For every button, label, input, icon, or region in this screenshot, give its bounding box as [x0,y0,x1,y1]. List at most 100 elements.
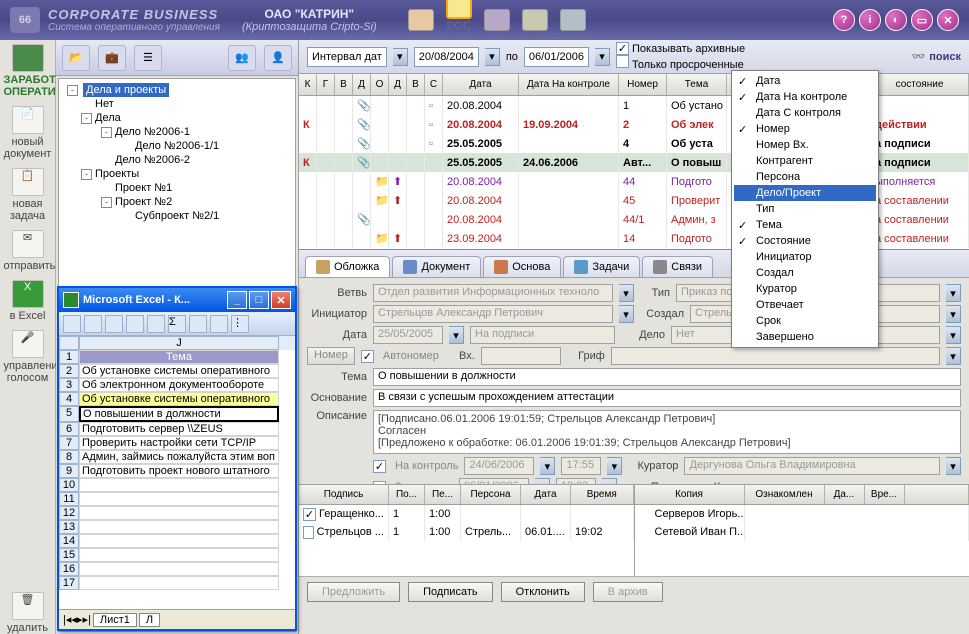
excel-row[interactable]: 8Админ, займись пожалуйста этим воп [59,450,295,464]
info-button[interactable]: i [859,9,881,31]
dropdown-icon[interactable]: ▾ [595,48,610,66]
excel-button[interactable]: Xв Excel [4,280,52,322]
curator-input[interactable]: Дергунова Ольга Владимировна [684,457,940,475]
settings-button[interactable]: ◐ [885,9,907,31]
dropdown-icon[interactable]: ▾ [946,326,961,344]
person-icon[interactable]: 👤 [264,45,292,71]
col-v2[interactable]: В [407,74,425,95]
col-d2[interactable]: Д [389,74,407,95]
sign-button[interactable]: Подписать [408,582,492,602]
dropdown-icon[interactable]: ▾ [607,457,622,475]
help-button[interactable]: ? [833,9,855,31]
ctx-item[interactable]: ✓Состояние [734,233,876,249]
excel-row[interactable]: 7Проверить настройки сети TCP/IP [59,436,295,450]
copy-row[interactable]: Сетевой Иван П... [635,523,969,541]
ctx-item[interactable]: ✓Дата [734,73,876,89]
autonumber-checkbox[interactable]: ✓ [361,350,374,363]
excel-col-j[interactable]: J [79,336,279,350]
module-budget[interactable]: BUDGET [519,9,551,44]
date-input[interactable]: 25/05/2005 [373,326,443,344]
reject-button[interactable]: Отклонить [501,582,585,602]
control-time[interactable]: 17:55 [561,457,601,475]
dropdown-icon[interactable]: ▾ [540,457,555,475]
excel-row[interactable]: 4Об установке системы оперативного [59,392,295,406]
ctx-item[interactable]: Куратор [734,281,876,297]
tool-new[interactable] [63,315,81,333]
excel-row[interactable]: 15 [59,548,295,562]
new-task-button[interactable]: 📋новая задача [4,168,52,222]
module-tuning[interactable]: TUNING [557,9,589,44]
tool-sum[interactable]: Σ [168,315,186,333]
excel-row[interactable]: 6Подготовить сервер \\ZEUS [59,422,295,436]
ctx-item[interactable]: Завершено [734,329,876,345]
sheet-tab-1[interactable]: Лист1 [93,613,137,627]
dropdown-icon[interactable]: ▾ [619,305,634,323]
send-button[interactable]: ✉отправить [4,230,52,272]
tree-item[interactable]: -Дело №2006-1 [63,125,291,139]
tree-item[interactable]: Субпроект №2/1 [63,209,291,223]
dropdown-icon[interactable]: ▾ [946,457,961,475]
copy-row[interactable]: Серверов Игорь... [635,505,969,523]
excel-row[interactable]: 5О повышении в должности [59,406,295,422]
col-ack[interactable]: Ознакомлен [745,485,825,504]
col-state[interactable]: состояние [871,74,969,95]
ctx-item[interactable]: Номер Вх. [734,137,876,153]
tab-tasks[interactable]: Задачи [563,256,640,277]
excel-row[interactable]: 13 [59,520,295,534]
tree-item[interactable]: Проект №1 [63,181,291,195]
description-input[interactable]: [Подписано.06.01.2006 19:01:59; Стрельцо… [373,410,961,454]
date-to[interactable]: 06/01/2006 [524,47,589,67]
tool-print[interactable] [126,315,144,333]
ctx-item[interactable]: ✓Тема [734,217,876,233]
module-staff[interactable]: STAFF [405,9,437,44]
column-context-menu[interactable]: ✓Дата✓Дата На контролеДата С контроля✓Но… [731,70,879,348]
ctx-item[interactable]: Контрагент [734,153,876,169]
dropdown-icon[interactable]: ▾ [946,284,961,302]
list-icon[interactable]: ☰ [134,45,162,71]
tab-links[interactable]: Связи [642,256,713,277]
col-time[interactable]: Время [571,485,634,504]
people-icon[interactable]: 👥 [228,45,256,71]
control-checkbox[interactable]: ✓ [373,460,386,473]
tool-cut[interactable] [147,315,165,333]
tree-item[interactable]: Дело №2006-1/1 [63,139,291,153]
tool-open[interactable] [84,315,102,333]
dropdown-icon[interactable]: ▾ [619,284,634,302]
col-pe[interactable]: Пе... [425,485,461,504]
date-interval-label[interactable]: Интервал дат [307,47,387,67]
control-date[interactable]: 24/06/2006 [464,457,534,475]
col-d[interactable]: Д [353,74,371,95]
col-date[interactable]: Дата [443,74,519,95]
ctx-item[interactable]: Тип [734,201,876,217]
branch-input[interactable]: Отдел развития Информационных техноло [373,284,613,302]
ctx-item[interactable]: Создал [734,265,876,281]
col-date-control[interactable]: Дата На контроле [519,74,619,95]
only-overdue-checkbox[interactable]: Только просроченные [616,55,745,71]
dropdown-icon[interactable]: ▾ [449,326,464,344]
tree-item[interactable]: Дело №2006-2 [63,153,291,167]
sheet-tab-2[interactable]: Л [139,613,160,627]
ctx-item[interactable]: ✓Номер [734,121,876,137]
number-button[interactable]: Номер [307,347,355,365]
ctx-item[interactable]: Дата С контроля [734,105,876,121]
archive-button[interactable]: В архив [593,582,663,602]
col-person[interactable]: Персона [461,485,521,504]
tab-basis[interactable]: Основа [483,256,561,277]
topic-input[interactable]: О повышении в должности [373,368,961,386]
tree-item[interactable]: -Дела [63,111,291,125]
signature-row[interactable]: Стрельцов ...11:00Стрель...06.01....19:0… [299,523,634,541]
tool-more[interactable]: ⋮ [231,315,249,333]
initiator-input[interactable]: Стрельцов Александр Петрович [373,305,613,323]
col-s[interactable]: С [425,74,443,95]
basis-input[interactable]: В связи с успешым прохождением аттестаци… [373,389,961,407]
dropdown-icon[interactable]: ▾ [485,48,500,66]
excel-header-cell[interactable]: Тема [79,350,279,364]
date-from[interactable]: 20/08/2004 [414,47,479,67]
tool-save[interactable] [105,315,123,333]
maximize-icon[interactable]: □ [249,291,269,309]
tree-root[interactable]: -Дела и проекты [63,83,291,97]
col-g[interactable]: Г [317,74,335,95]
ctx-item[interactable]: Инициатор [734,249,876,265]
tab-document[interactable]: Документ [392,256,481,277]
dropdown-icon[interactable]: ▾ [946,347,961,365]
